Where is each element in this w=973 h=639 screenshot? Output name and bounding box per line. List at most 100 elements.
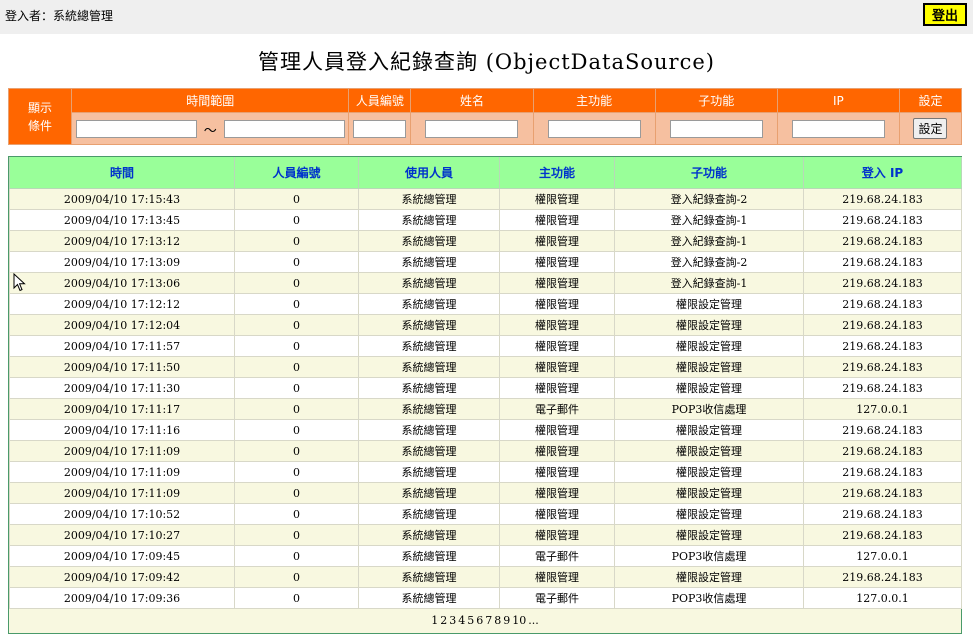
cell-login-ip: 219.68.24.183 [803,209,962,231]
cell-time: 2009/04/10 17:11:30 [9,377,235,399]
cell-login-ip: 219.68.24.183 [803,272,962,294]
column-header-staff-id[interactable]: 人員編號 [234,157,359,189]
column-header-user[interactable]: 使用人員 [358,157,500,189]
pager-more-link[interactable]: ... [528,614,539,627]
cell-time: 2009/04/10 17:12:04 [9,314,235,336]
sub-function-input[interactable] [669,120,763,139]
cell-login-ip: 127.0.0.1 [803,398,962,420]
cell-login-ip: 127.0.0.1 [803,545,962,567]
cell-staff-id: 0 [234,230,359,252]
cell-staff-id: 0 [234,545,359,567]
pager-page-link[interactable]: 3 [449,614,456,627]
cell-main-function: 權限管理 [499,482,615,504]
cell-staff-id: 0 [234,209,359,231]
pager-page-link[interactable]: 4 [458,614,465,627]
table-row: 2009/04/10 17:11:09 0 系統總管理 權限管理 權限設定管理 219.6… [9,440,962,462]
cell-main-function: 權限管理 [499,356,615,378]
cell-user: 系統總管理 [358,503,500,525]
cell-sub-function: 權限設定管理 [614,503,804,525]
column-header-main-function[interactable]: 主功能 [499,157,615,189]
cell-sub-function: 登入紀錄查詢-2 [614,188,804,210]
cell-time: 2009/04/10 17:13:09 [9,251,235,273]
time-start-input[interactable] [75,120,197,138]
cell-staff-id: 0 [234,482,359,504]
table-row: 2009/04/10 17:11:16 0 系統總管理 權限管理 權限設定管理 219.6… [9,419,962,441]
cell-time: 2009/04/10 17:11:16 [9,419,235,441]
filter-time-range-cell: ～ [71,112,350,145]
pager-page-link[interactable]: 2 [440,614,447,627]
cell-main-function: 權限管理 [499,314,615,336]
table-row: 2009/04/10 17:09:36 0 系統總管理 電子郵件 POP3收信處理 127… [9,587,962,609]
cell-staff-id: 0 [234,377,359,399]
time-end-input[interactable] [223,120,345,138]
cell-main-function: 權限管理 [499,209,615,231]
filter-sub-function-cell [654,112,778,145]
cell-time: 2009/04/10 17:13:06 [9,272,235,294]
column-header-time[interactable]: 時間 [9,157,235,189]
cell-main-function: 權限管理 [499,503,615,525]
filter-header-ip: IP [776,88,900,113]
cell-time: 2009/04/10 17:09:45 [9,545,235,567]
cell-staff-id: 0 [234,272,359,294]
filter-header-main-function: 主功能 [532,88,656,113]
pager-page-link[interactable]: 7 [485,614,492,627]
cell-login-ip: 219.68.24.183 [803,335,962,357]
pager-page-link[interactable]: 1 [431,614,438,627]
cell-main-function: 權限管理 [499,566,615,588]
column-header-sub-function[interactable]: 子功能 [614,157,804,189]
filter-header-settings: 設定 [898,88,963,113]
filter-row-label-line2: 條件 [28,118,53,133]
cell-sub-function: POP3收信處理 [614,587,804,609]
apply-filter-button[interactable]: 設定 [913,118,948,139]
pager-page-link[interactable]: 9 [503,614,510,627]
name-input[interactable] [425,120,519,139]
cell-user: 系統總管理 [358,188,500,210]
cell-user: 系統總管理 [358,230,500,252]
cell-login-ip: 219.68.24.183 [803,188,962,210]
table-row: 2009/04/10 17:11:17 0 系統總管理 電子郵件 POP3收信處理 127… [9,398,962,420]
cell-user: 系統總管理 [358,272,500,294]
pager-page-link[interactable]: 10 [512,614,526,627]
cell-main-function: 權限管理 [499,524,615,546]
ip-input[interactable] [791,120,885,139]
cell-time: 2009/04/10 17:10:27 [9,524,235,546]
cell-main-function: 權限管理 [499,251,615,273]
cell-user: 系統總管理 [358,419,500,441]
pager-page-link[interactable]: 8 [494,614,501,627]
cell-user: 系統總管理 [358,461,500,483]
staff-id-input[interactable] [353,120,407,139]
main-function-input[interactable] [547,120,641,139]
range-tilde: ～ [203,123,217,139]
cell-login-ip: 219.68.24.183 [803,482,962,504]
cell-user: 系統總管理 [358,587,500,609]
cell-time: 2009/04/10 17:13:45 [9,209,235,231]
table-row: 2009/04/10 17:11:09 0 系統總管理 權限管理 權限設定管理 219.6… [9,482,962,504]
mouse-pointer-icon [13,273,26,292]
cell-login-ip: 219.68.24.183 [803,566,962,588]
cell-login-ip: 219.68.24.183 [803,503,962,525]
cell-time: 2009/04/10 17:11:17 [9,398,235,420]
filter-header-time-range: 時間範圍 [71,88,350,113]
cell-user: 系統總管理 [358,545,500,567]
cell-sub-function: 權限設定管理 [614,524,804,546]
pager-page-link[interactable]: 6 [476,614,483,627]
cell-login-ip: 219.68.24.183 [803,314,962,336]
cell-staff-id: 0 [234,419,359,441]
pager: 1 2 3 4 5 6 7 8 9 10... [9,609,961,633]
column-header-login-ip[interactable]: 登入 IP [803,157,962,189]
filter-staff-id-cell [348,112,412,145]
table-row: 2009/04/10 17:13:12 0 系統總管理 權限管理 登入紀錄查詢-1 219… [9,230,962,252]
logout-button[interactable]: 登出 [923,3,967,26]
pager-page-link[interactable]: 5 [467,614,474,627]
cell-sub-function: 權限設定管理 [614,482,804,504]
cell-login-ip: 219.68.24.183 [803,419,962,441]
table-row: 2009/04/10 17:15:43 0 系統總管理 權限管理 登入紀錄查詢-2 219… [9,188,962,210]
cell-login-ip: 219.68.24.183 [803,440,962,462]
cell-sub-function: 權限設定管理 [614,293,804,315]
cell-time: 2009/04/10 17:13:12 [9,230,235,252]
cell-sub-function: 權限設定管理 [614,419,804,441]
filter-row-label-line1: 顯示 [28,100,53,115]
cell-staff-id: 0 [234,188,359,210]
filter-row-label: 顯示 條件 [7,88,73,145]
filter-table: 顯示 條件 時間範圍 人員編號 姓名 主功能 子功能 IP 設定 ～ 設定 [7,88,963,145]
